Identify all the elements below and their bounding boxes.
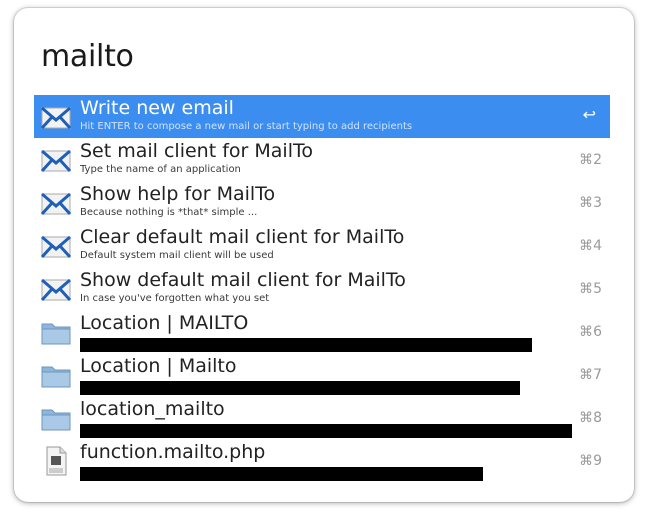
result-title: Clear default mail client for MailTo (80, 226, 405, 248)
result-row-location-mailto-lower[interactable]: location_mailto ⌘8 (34, 396, 610, 439)
launcher-window: mailto Write new email Hit ENTER to comp… (14, 8, 634, 502)
folder-icon (41, 366, 71, 388)
result-title: Set mail client for MailTo (80, 140, 313, 162)
result-subtitle: Because nothing is *that* simple ... (80, 207, 258, 218)
result-title: function.mailto.php (80, 441, 266, 463)
redacted-path (80, 467, 483, 481)
result-shortcut: ⌘5 (579, 281, 602, 297)
results-list: Write new email Hit ENTER to compose a n… (34, 95, 610, 482)
result-shortcut: ⌘6 (579, 324, 602, 340)
result-shortcut: ⌘9 (579, 453, 602, 469)
return-key-icon: ↩ (582, 105, 596, 124)
result-title: Location | MAILTO (80, 312, 249, 334)
result-subtitle: In case you've forgotten what you set (80, 293, 270, 304)
search-query[interactable]: mailto (41, 39, 134, 74)
result-title: Show help for MailTo (80, 183, 276, 205)
result-shortcut: ⌘2 (579, 152, 602, 168)
result-row-show-help[interactable]: Show help for MailTo Because nothing is … (34, 181, 610, 224)
mail-icon (40, 278, 72, 302)
result-row-location-mailto[interactable]: Location | Mailto ⌘7 (34, 353, 610, 396)
result-shortcut: ⌘7 (579, 367, 602, 383)
result-shortcut: ⌘4 (579, 238, 602, 254)
result-title: Location | Mailto (80, 355, 237, 377)
mail-icon (40, 192, 72, 216)
result-shortcut: ⌘3 (579, 195, 602, 211)
result-row-function-mailto-php[interactable]: function.mailto.php ⌘9 (34, 439, 610, 482)
result-subtitle: Default system mail client will be used (80, 250, 274, 261)
result-subtitle: Type the name of an application (80, 164, 241, 175)
redacted-path (80, 424, 572, 438)
folder-icon (41, 409, 71, 431)
mail-icon (40, 149, 72, 173)
php-file-icon (46, 446, 67, 476)
result-title: Write new email (80, 97, 234, 119)
folder-icon (41, 323, 71, 345)
result-title: location_mailto (80, 398, 225, 420)
result-row-write-new-email[interactable]: Write new email Hit ENTER to compose a n… (34, 95, 610, 138)
mail-icon (40, 235, 72, 259)
result-shortcut: ⌘8 (579, 410, 602, 426)
redacted-path (80, 381, 520, 395)
result-row-show-default-client[interactable]: Show default mail client for MailTo In c… (34, 267, 610, 310)
result-row-location-mailto-upper[interactable]: Location | MAILTO ⌘6 (34, 310, 610, 353)
redacted-path (80, 338, 532, 352)
mail-icon (40, 106, 72, 130)
result-subtitle: Hit ENTER to compose a new mail or start… (80, 121, 413, 132)
result-row-clear-default-client[interactable]: Clear default mail client for MailTo Def… (34, 224, 610, 267)
result-row-set-mail-client[interactable]: Set mail client for MailTo Type the name… (34, 138, 610, 181)
result-title: Show default mail client for MailTo (80, 269, 406, 291)
